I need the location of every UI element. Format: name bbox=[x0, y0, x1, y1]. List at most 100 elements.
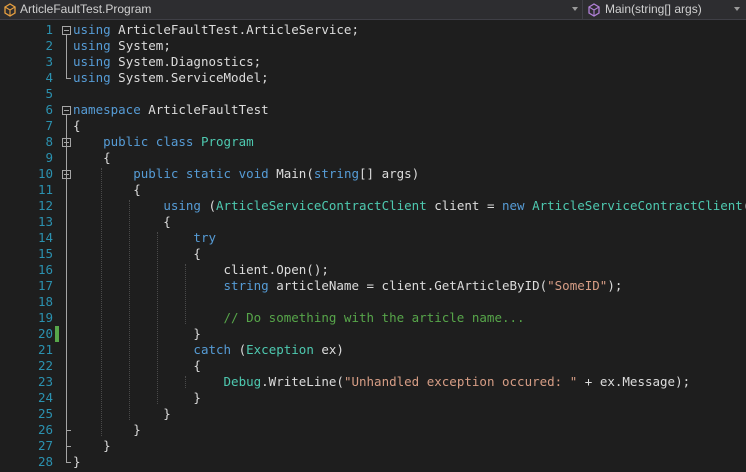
code-token: new bbox=[502, 198, 525, 213]
code-line[interactable]: // Do something with the article name... bbox=[73, 310, 525, 326]
code-line[interactable]: { bbox=[73, 358, 201, 374]
code-token: Debug bbox=[223, 374, 262, 389]
chevron-down-icon bbox=[572, 7, 578, 11]
code-token: ArticleServiceContractClient bbox=[532, 198, 743, 213]
member-dropdown[interactable]: Main(string[] args) bbox=[583, 0, 746, 20]
code-line[interactable]: using ArticleFaultTest.ArticleService; bbox=[73, 22, 359, 38]
code-line[interactable]: { bbox=[73, 118, 81, 134]
code-line[interactable]: } bbox=[73, 390, 201, 406]
method-icon bbox=[588, 3, 600, 17]
line-number: 3 bbox=[45, 54, 53, 69]
code-token: articleName = client.GetArticleByID( bbox=[268, 278, 548, 293]
code-token: { bbox=[73, 118, 81, 133]
code-line[interactable]: { bbox=[73, 150, 111, 166]
code-token: void bbox=[238, 166, 269, 181]
class-icon bbox=[4, 3, 16, 17]
code-token: } bbox=[73, 390, 201, 405]
code-editor[interactable]: 1 using ArticleFaultTest.ArticleService; 2… bbox=[0, 21, 746, 472]
outline-end bbox=[66, 78, 71, 79]
code-token: static bbox=[185, 166, 232, 181]
line-number: 7 bbox=[45, 118, 53, 133]
code-token: ); bbox=[607, 278, 623, 293]
code-token: } bbox=[73, 438, 111, 453]
line-number: 23 bbox=[37, 374, 53, 389]
type-dropdown[interactable]: ArticleFaultTest.Program bbox=[0, 0, 583, 20]
outline-end bbox=[66, 430, 71, 431]
code-line[interactable]: { bbox=[73, 214, 171, 230]
line-number: 8 bbox=[45, 134, 53, 149]
code-token: public bbox=[133, 166, 179, 181]
code-line[interactable]: string articleName = client.GetArticleBy… bbox=[73, 278, 623, 294]
line-number: 16 bbox=[37, 262, 53, 277]
indent-guide bbox=[157, 232, 158, 404]
code-token: } bbox=[73, 454, 81, 469]
code-line[interactable]: } bbox=[73, 438, 111, 454]
code-token: System.ServiceModel; bbox=[110, 70, 269, 85]
code-line[interactable]: public static void Main(string[] args) bbox=[73, 166, 419, 182]
code-token: public bbox=[103, 134, 149, 149]
code-line[interactable]: public class Program bbox=[73, 134, 254, 150]
code-token: ( bbox=[231, 342, 247, 357]
code-token: System.Diagnostics; bbox=[110, 54, 262, 69]
code-token: "Unhandled exception occured: " bbox=[343, 374, 578, 389]
code-token: ArticleServiceContractClient bbox=[216, 198, 427, 213]
code-token: "SomeID" bbox=[547, 278, 608, 293]
outline-end bbox=[66, 462, 71, 463]
code-line[interactable]: } bbox=[73, 454, 81, 470]
line-number: 11 bbox=[37, 182, 53, 197]
indent-guide bbox=[185, 264, 186, 324]
code-line[interactable]: using System.Diagnostics; bbox=[73, 54, 261, 70]
line-number: 13 bbox=[37, 214, 53, 229]
code-line[interactable]: Debug.WriteLine("Unhandled exception occ… bbox=[73, 374, 691, 390]
code-token: // Do something with the article name... bbox=[223, 310, 525, 325]
code-token: System; bbox=[110, 38, 171, 53]
code-line[interactable]: namespace ArticleFaultTest bbox=[73, 102, 269, 118]
code-token: { bbox=[73, 246, 201, 261]
code-line[interactable]: catch (Exception ex) bbox=[73, 342, 344, 358]
code-token: { bbox=[73, 214, 171, 229]
code-line[interactable]: try bbox=[73, 230, 216, 246]
line-number: 22 bbox=[37, 358, 53, 373]
code-token: { bbox=[73, 182, 141, 197]
line-number: 14 bbox=[37, 230, 53, 245]
line-number: 27 bbox=[37, 438, 53, 453]
line-number: 26 bbox=[37, 422, 53, 437]
line-number: 4 bbox=[45, 70, 53, 85]
code-line[interactable]: using System; bbox=[73, 38, 171, 54]
code-line[interactable]: client.Open(); bbox=[73, 262, 329, 278]
code-token: .WriteLine( bbox=[261, 374, 344, 389]
indent-guide bbox=[101, 168, 102, 436]
line-number: 1 bbox=[45, 22, 53, 37]
code-token: try bbox=[193, 230, 216, 245]
collapse-toggle[interactable] bbox=[62, 26, 71, 35]
code-line[interactable]: } bbox=[73, 422, 141, 438]
collapse-toggle[interactable] bbox=[62, 106, 71, 115]
code-line[interactable]: } bbox=[73, 406, 171, 422]
code-token: ex) bbox=[313, 342, 344, 357]
code-token: string bbox=[223, 278, 269, 293]
collapse-toggle[interactable] bbox=[62, 170, 71, 179]
code-line[interactable]: { bbox=[73, 246, 201, 262]
code-line[interactable]: using System.ServiceModel; bbox=[73, 70, 269, 86]
code-line[interactable]: { bbox=[73, 182, 141, 198]
code-token: { bbox=[73, 150, 111, 165]
code-line[interactable]: } bbox=[73, 326, 201, 342]
type-dropdown-label: ArticleFaultTest.Program bbox=[20, 2, 152, 16]
code-token: } bbox=[73, 326, 201, 341]
code-token: { bbox=[73, 358, 201, 373]
chevron-down-icon bbox=[734, 7, 740, 11]
code-token: Main( bbox=[268, 166, 314, 181]
code-token: ArticleFaultTest bbox=[140, 102, 269, 117]
code-token: catch bbox=[193, 342, 232, 357]
collapse-toggle[interactable] bbox=[62, 138, 71, 147]
code-line[interactable]: using (ArticleServiceContractClient clie… bbox=[73, 198, 746, 214]
line-number: 12 bbox=[37, 198, 53, 213]
line-number: 5 bbox=[45, 86, 53, 101]
